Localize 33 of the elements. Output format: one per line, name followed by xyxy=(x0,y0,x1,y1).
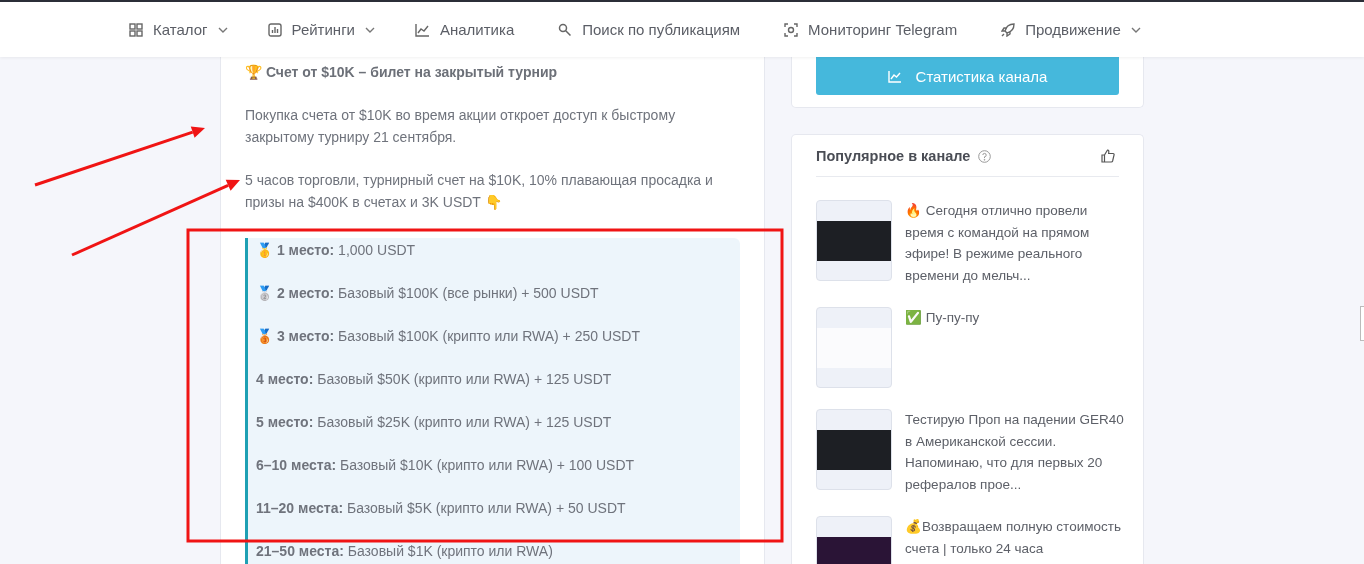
post-paragraph: Покупка счета от $10K во время акции откроет доступ к быстрому закрытому турниру 21 сентября. xyxy=(245,106,677,147)
post-thumbnail[interactable] xyxy=(816,200,892,281)
line-chart-icon xyxy=(887,69,902,83)
nav-item[interactable]: Мониторинг Telegram xyxy=(784,21,958,38)
thumbs-up-icon[interactable] xyxy=(1101,149,1115,163)
prize-line: 🥉 3 место: Базовый $100K (крипто или RWA) + 250 USDT xyxy=(256,327,641,346)
nav-item[interactable]: Каталог xyxy=(129,21,228,38)
post-thumbnail[interactable] xyxy=(816,409,892,490)
popular-post-text[interactable]: 💰Возвращаем полную стоимость счета | только 24 часа xyxy=(905,516,1125,564)
nav-item[interactable]: Продвижение xyxy=(1001,21,1141,38)
prize-line: 🥈 2 место: Базовый $100K (все рынки) + 500 USDT xyxy=(256,284,600,303)
popular-title: Популярное в канале xyxy=(816,148,971,164)
post-paragraph: 5 часов торговли, турнирный счет на $10K, 10% плавающая просадка и призы на $400K в счетах и 3K USDT 👇 xyxy=(245,171,714,212)
popular-post-text[interactable]: Тестирую Проп на падении GER40 в Американской сессии. Напоминаю, что для первых 20 рефералов прое... xyxy=(905,409,1125,495)
search-icon xyxy=(558,22,573,37)
prize-line: 5 место: Базовый $25K (крипто или RWA) + 125 USDT xyxy=(256,413,613,432)
prize-line: 6–10 места: Базовый $10K (крипто или RWA) + 100 USDT xyxy=(256,456,636,475)
popular-post-text[interactable]: 🔥 Сегодня отлично провели время с командой на прямом эфире! В режиме реального времени до мельч... xyxy=(905,200,1125,286)
prize-line: 4 место: Базовый $50K (крипто или RWA) + 125 USDT xyxy=(256,370,613,389)
prize-line: 21–50 места: Базовый $1K (крипто или RWA) xyxy=(256,542,554,561)
post-heading: 🏆 Счет от $10K – билет на закрытый турнир xyxy=(245,63,559,82)
prize-line: 🥇 1 место: 1,000 USDT xyxy=(256,241,417,260)
nav-item[interactable]: Аналитика xyxy=(415,21,515,38)
line-chart-icon xyxy=(415,22,430,37)
post-thumbnail[interactable] xyxy=(816,307,892,388)
nav-item[interactable]: Поиск по публикациям xyxy=(558,21,741,38)
grid-icon xyxy=(129,22,143,37)
rocket-icon xyxy=(1001,22,1016,37)
popular-post-text[interactable]: ✅ Пу-пу-пу xyxy=(905,307,980,388)
nav-item[interactable]: Рейтинги xyxy=(267,21,375,38)
target-icon xyxy=(784,22,799,37)
bar-chart-icon xyxy=(267,22,282,37)
prize-line: 11–20 места: Базовый $5K (крипто или RWA) + 50 USDT xyxy=(256,499,627,518)
